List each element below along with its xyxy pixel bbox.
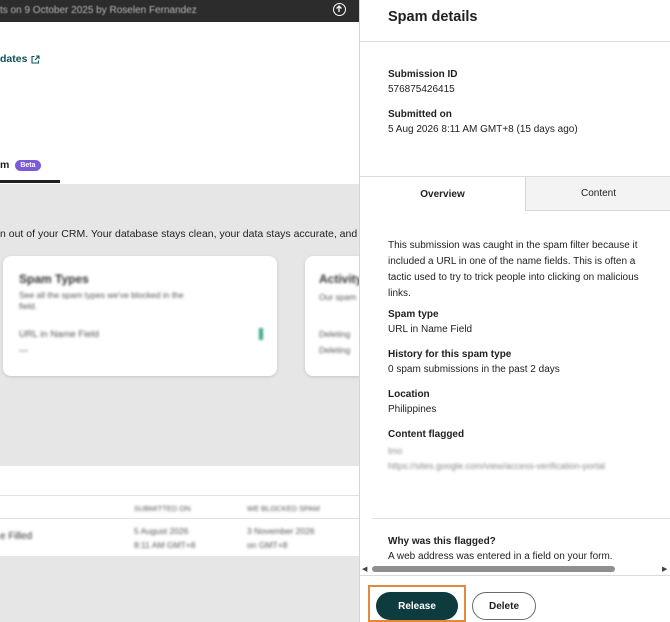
tab-spam[interactable]: m Beta: [0, 159, 41, 171]
release-button[interactable]: Release: [376, 592, 458, 620]
history-value: 0 spam submissions in the past 2 days: [388, 364, 560, 375]
background-header: dates m Beta: [0, 22, 359, 184]
activity-card-line-3: Deleting: [319, 345, 351, 355]
why-flagged-value: A web address was entered in a field on …: [388, 551, 613, 561]
activity-card-line-2: Deleting: [319, 329, 351, 339]
card-subtitle-2: field.: [19, 301, 37, 311]
external-link-icon: [31, 54, 40, 64]
divider: [372, 518, 670, 519]
spam-explanation: This submission was caught in the spam f…: [388, 240, 639, 299]
background-table: SUBMITTED ON WE BLOCKED SPAM e Filled 5 …: [0, 466, 359, 556]
scroll-left-icon[interactable]: ◀: [362, 565, 367, 573]
horizontal-scrollbar[interactable]: ◀ ▶: [360, 564, 670, 574]
delete-button[interactable]: Delete: [472, 592, 536, 620]
card-title: Spam Types: [19, 272, 89, 286]
author-line: ts on 9 October 2025 by Roselen Fernande…: [0, 5, 197, 16]
beta-badge: Beta: [15, 159, 41, 171]
card-row-value: —: [19, 345, 28, 355]
card-subtitle: See all the spam types we've blocked in …: [19, 290, 184, 300]
panel-title: Spam details: [388, 9, 478, 25]
updates-link[interactable]: dates: [0, 53, 40, 65]
tab-overview[interactable]: Overview: [360, 177, 526, 211]
content-flagged-line-2: https://sites.google.com/view/access-ver…: [388, 461, 606, 471]
why-flagged-label: Why was this flagged?: [388, 536, 496, 547]
spam-types-card: Spam Types See all the spam types we've …: [3, 256, 277, 376]
tab-spam-label: m: [0, 159, 10, 171]
table-row-time-2: on GMT+8: [247, 540, 288, 550]
submission-id-value: 576875426415: [388, 84, 455, 95]
arrow-up-circle-icon[interactable]: [333, 3, 346, 16]
card-row-label: URL in Name Field: [19, 329, 99, 340]
card-row-marker: [259, 328, 263, 340]
scrollbar-thumb[interactable]: [372, 566, 615, 572]
updates-link-label: dates: [0, 53, 28, 65]
location-value: Philippines: [388, 404, 437, 415]
table-row-date-2: 3 November 2026: [247, 526, 315, 536]
activity-card: Activity Our spam Deleting Deleting: [305, 256, 359, 376]
spam-details-panel: Spam details Submission ID 576875426415 …: [359, 0, 670, 622]
activity-card-title: Activity: [319, 272, 359, 286]
content-flagged-label: Content flagged: [388, 429, 465, 440]
background-page: ts on 9 October 2025 by Roselen Fernande…: [0, 0, 359, 622]
divider: [360, 41, 670, 42]
location-label: Location: [388, 389, 430, 400]
submission-id-label: Submission ID: [388, 69, 458, 80]
scroll-right-icon[interactable]: ▶: [662, 565, 667, 573]
submitted-on-value: 5 Aug 2026 8:11 AM GMT+8 (15 days ago): [388, 124, 578, 135]
table-header-blocked: WE BLOCKED SPAM: [247, 504, 320, 513]
spam-type-value: URL in Name Field: [388, 324, 473, 335]
table-row-date: 5 August 2026: [134, 526, 189, 536]
background-topbar: ts on 9 October 2025 by Roselen Fernande…: [0, 0, 359, 22]
spam-type-label: Spam type: [388, 309, 439, 320]
panel-footer: Release Delete: [360, 575, 670, 622]
tab-content[interactable]: Content: [526, 177, 670, 211]
table-row-name: e Filled: [0, 531, 33, 542]
content-flagged-line-1: lmo: [388, 446, 403, 456]
table-header-submitted: SUBMITTED ON: [134, 504, 191, 513]
table-row-time: 8:11 AM GMT+8: [134, 540, 196, 550]
history-label: History for this spam type: [388, 349, 512, 360]
submitted-on-label: Submitted on: [388, 109, 452, 120]
background-description: n out of your CRM. Your database stays c…: [0, 228, 359, 240]
details-tabs: Overview Content: [360, 177, 670, 211]
activity-card-line-1: Our spam: [319, 292, 357, 302]
active-tab-indicator: [0, 180, 60, 183]
overview-scroll-area[interactable]: This submission was caught in the spam f…: [360, 211, 670, 561]
